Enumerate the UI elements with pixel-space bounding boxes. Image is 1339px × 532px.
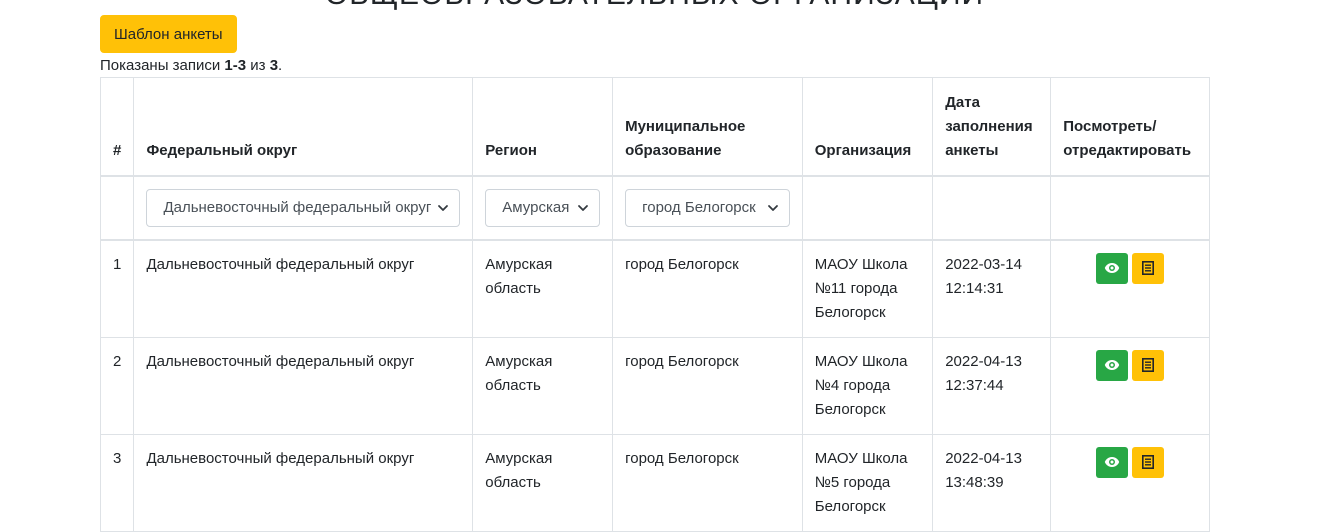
row-region: Амурская область (472, 239, 614, 338)
edit-button[interactable] (1132, 446, 1165, 478)
header-organization[interactable]: Организация (801, 77, 934, 177)
filter-row: Дальневосточный федеральный округ Амурск… (99, 175, 1210, 241)
row-municipality: город Белогорск (612, 336, 803, 435)
header-date[interactable]: Дата заполнения анкеты (932, 77, 1052, 177)
edit-button[interactable] (1132, 349, 1165, 381)
row-municipality: город Белогорск (612, 239, 803, 338)
district-filter-value: Дальневосточный федеральный округ (163, 199, 432, 216)
row-region: Амурская область (472, 433, 614, 532)
row-actions (1050, 433, 1210, 532)
municipality-filter-select[interactable]: город Белогорск (625, 188, 790, 227)
row-date: 2022-04-13 12:37:44 (932, 336, 1052, 435)
chevron-down-icon (767, 204, 778, 211)
eye-icon (1104, 263, 1120, 273)
organizations-table: # Федеральный округ Регион Муниципальное… (99, 77, 1210, 532)
row-num: 3 (99, 433, 135, 532)
summary-middle: из (246, 57, 270, 74)
eye-icon (1104, 457, 1120, 467)
table-row: 2 Дальневосточный федеральный округ Амур… (99, 336, 1210, 435)
summary-range: 1-3 (224, 57, 247, 74)
region-filter-value: Амурская (502, 199, 570, 216)
view-button[interactable] (1096, 446, 1129, 478)
row-municipality: город Белогорск (612, 433, 803, 532)
row-actions (1050, 336, 1210, 435)
filter-cell-district: Дальневосточный федеральный округ (133, 175, 474, 241)
header-municipality[interactable]: Муниципальное образование (612, 77, 803, 177)
list-icon (1142, 455, 1155, 469)
table-row: 3 Дальневосточный федеральный округ Амур… (99, 433, 1210, 532)
filter-cell-municipality: город Белогорск (612, 175, 803, 241)
header-num: # (99, 77, 135, 177)
row-organization: МАОУ Школа №4 города Белогорск (801, 336, 934, 435)
summary-total: 3 (269, 57, 279, 74)
header-row: # Федеральный округ Регион Муниципальное… (99, 77, 1210, 177)
filter-cell-actions (1050, 175, 1210, 241)
row-district: Дальневосточный федеральный округ (133, 433, 474, 532)
header-district[interactable]: Федеральный округ (133, 77, 474, 177)
row-district: Дальневосточный федеральный округ (133, 239, 474, 338)
row-actions (1050, 239, 1210, 338)
filter-cell-region: Амурская (472, 175, 614, 241)
view-button[interactable] (1096, 252, 1129, 284)
summary-suffix: . (278, 57, 283, 74)
list-icon (1142, 358, 1155, 372)
page-title: ОБЩЕОБРАЗОВАТЕЛЬНЫХ ОРГАНИЗАЦИЙ (100, 0, 1209, 12)
view-button[interactable] (1096, 349, 1129, 381)
header-actions: Посмотреть/ отредактировать (1050, 77, 1210, 177)
row-region: Амурская область (472, 336, 614, 435)
filter-cell-organization (801, 175, 934, 241)
region-filter-select[interactable]: Амурская (485, 188, 601, 227)
row-num: 1 (99, 239, 135, 338)
header-region[interactable]: Регион (472, 77, 614, 177)
filter-cell-empty (99, 175, 135, 241)
district-filter-select[interactable]: Дальневосточный федеральный округ (146, 188, 461, 227)
edit-button[interactable] (1132, 252, 1165, 284)
row-num: 2 (99, 336, 135, 435)
chevron-down-icon (438, 204, 449, 211)
row-date: 2022-04-13 13:48:39 (932, 433, 1052, 532)
list-icon (1142, 261, 1155, 275)
filter-cell-date (932, 175, 1052, 241)
row-organization: МАОУ Школа №5 города Белогорск (801, 433, 934, 532)
summary-prefix: Показаны записи (100, 57, 225, 74)
row-district: Дальневосточный федеральный округ (133, 336, 474, 435)
records-summary: Показаны записи 1-3 из 3. (100, 57, 282, 75)
row-date: 2022-03-14 12:14:31 (932, 239, 1052, 338)
chevron-down-icon (578, 204, 588, 211)
eye-icon (1104, 360, 1120, 370)
table-row: 1 Дальневосточный федеральный округ Амур… (99, 239, 1210, 338)
template-button[interactable]: Шаблон анкеты (100, 15, 237, 53)
row-organization: МАОУ Школа №11 города Белогорск (801, 239, 934, 338)
municipality-filter-value: город Белогорск (642, 199, 756, 216)
